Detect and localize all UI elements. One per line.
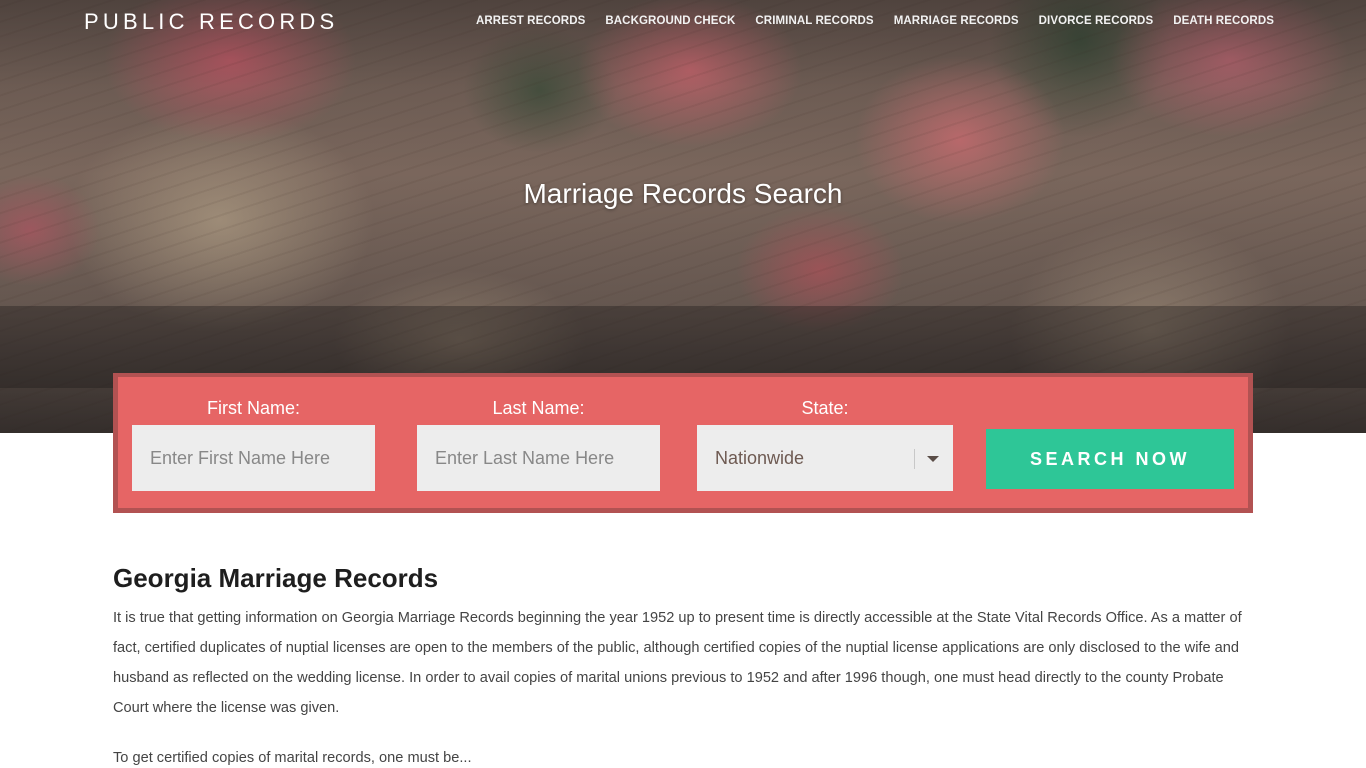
first-name-label: First Name: — [206, 398, 300, 418]
hero-title: Marriage Records Search — [523, 178, 843, 209]
chevron-down-icon[interactable] — [927, 456, 939, 462]
article-paragraph: It is true that getting information on G… — [113, 610, 1242, 716]
main-nav: ARREST RECORDS BACKGROUND CHECK CRIMINAL… — [476, 15, 1274, 27]
nav-divorce-records[interactable]: DIVORCE RECORDS — [1039, 15, 1154, 27]
state-label: State: — [801, 398, 849, 418]
article-heading: Georgia Marriage Records — [113, 563, 439, 593]
nav-death-records[interactable]: DEATH RECORDS — [1173, 15, 1274, 27]
state-selected-value: Nationwide — [715, 447, 805, 468]
site-logo[interactable]: PUBLIC RECORDS — [84, 9, 338, 35]
nav-arrest-records[interactable]: ARREST RECORDS — [476, 15, 585, 27]
search-now-button[interactable]: SEARCH NOW — [986, 429, 1234, 489]
first-name-input[interactable] — [132, 425, 375, 491]
select-divider — [914, 449, 915, 469]
last-name-label: Last Name: — [492, 398, 585, 418]
hero-banner — [0, 0, 1366, 433]
article-paragraph: To get certified copies of marital recor… — [113, 750, 472, 766]
nav-criminal-records[interactable]: CRIMINAL RECORDS — [755, 15, 873, 27]
nav-marriage-records[interactable]: MARRIAGE RECORDS — [894, 15, 1019, 27]
last-name-input[interactable] — [417, 425, 660, 491]
article: Georgia Marriage Records It is true that… — [113, 563, 1253, 768]
nav-background-check[interactable]: BACKGROUND CHECK — [605, 15, 735, 27]
state-select[interactable]: Nationwide — [697, 425, 953, 491]
search-form: First Name: Last Name: State: Nationwide… — [113, 373, 1253, 513]
